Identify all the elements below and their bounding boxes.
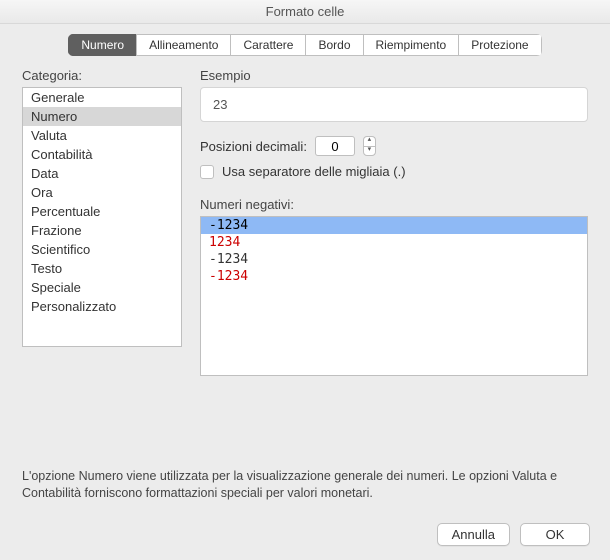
- tab-allineamento[interactable]: Allineamento: [136, 34, 230, 56]
- tab-protezione[interactable]: Protezione: [458, 34, 541, 56]
- category-list[interactable]: GeneraleNumeroValutaContabilitàDataOraPe…: [22, 87, 182, 347]
- footer-description: L'opzione Numero viene utilizzata per la…: [22, 468, 588, 502]
- decimals-label: Posizioni decimali:: [200, 139, 307, 154]
- tab-bordo[interactable]: Bordo: [305, 34, 362, 56]
- tab-bar: NumeroAllineamentoCarattereBordoRiempime…: [0, 34, 610, 56]
- example-value: 23: [200, 87, 588, 122]
- decimals-input[interactable]: [315, 136, 355, 156]
- tab-numero[interactable]: Numero: [68, 34, 136, 56]
- negative-format-item[interactable]: -1234: [201, 217, 587, 234]
- category-item[interactable]: Scientifico: [23, 240, 181, 259]
- example-label: Esempio: [200, 68, 588, 83]
- stepper-up-icon[interactable]: ▴: [363, 136, 376, 146]
- category-item[interactable]: Generale: [23, 88, 181, 107]
- category-item[interactable]: Frazione: [23, 221, 181, 240]
- category-item[interactable]: Personalizzato: [23, 297, 181, 316]
- category-item[interactable]: Data: [23, 164, 181, 183]
- negative-format-item[interactable]: -1234: [201, 251, 587, 268]
- negative-format-item[interactable]: -1234: [201, 268, 587, 285]
- category-label: Categoria:: [22, 68, 182, 83]
- category-item[interactable]: Valuta: [23, 126, 181, 145]
- cancel-button[interactable]: Annulla: [437, 523, 510, 546]
- category-item[interactable]: Contabilità: [23, 145, 181, 164]
- stepper-down-icon[interactable]: ▾: [363, 146, 376, 156]
- category-item[interactable]: Testo: [23, 259, 181, 278]
- negatives-label: Numeri negativi:: [200, 197, 588, 212]
- decimals-stepper[interactable]: ▴ ▾: [363, 136, 376, 156]
- thousands-label: Usa separatore delle migliaia (.): [222, 164, 406, 179]
- category-item[interactable]: Numero: [23, 107, 181, 126]
- category-item[interactable]: Percentuale: [23, 202, 181, 221]
- tab-riempimento[interactable]: Riempimento: [363, 34, 459, 56]
- category-item[interactable]: Speciale: [23, 278, 181, 297]
- thousands-checkbox[interactable]: [200, 165, 214, 179]
- ok-button[interactable]: OK: [520, 523, 590, 546]
- negatives-list[interactable]: -12341234-1234-1234: [200, 216, 588, 376]
- window-title: Formato celle: [0, 0, 610, 24]
- negative-format-item[interactable]: 1234: [201, 234, 587, 251]
- tab-carattere[interactable]: Carattere: [230, 34, 305, 56]
- format-cells-dialog: Formato celle NumeroAllineamentoCaratter…: [0, 0, 610, 560]
- category-item[interactable]: Ora: [23, 183, 181, 202]
